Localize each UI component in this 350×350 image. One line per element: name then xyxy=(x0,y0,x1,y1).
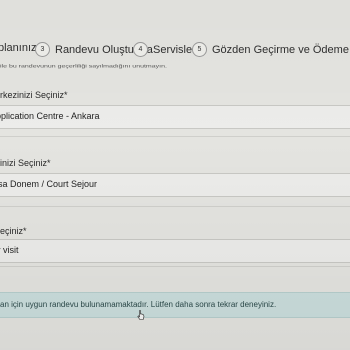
step-4-label: Servisler xyxy=(153,43,196,56)
step-3-number: 3 xyxy=(35,42,50,57)
step-1[interactable]: planınız xyxy=(0,42,37,54)
step-5-label: Gözden Geçirme ve Ödeme xyxy=(212,43,349,56)
step-1-label: planınız xyxy=(0,42,37,54)
center-select[interactable]: pplication Centre - Ankara xyxy=(0,105,350,129)
no-appointment-alert: an için uygun randevu bulunamamaktadır. … xyxy=(0,292,350,318)
hand-pointer-icon xyxy=(137,310,145,320)
center-field-label: rkezinizi Seçiniz* xyxy=(0,90,68,100)
category-select[interactable]: isa Donem / Court Sejour xyxy=(0,173,350,197)
category-field-underline xyxy=(0,206,350,207)
center-select-value: pplication Centre - Ankara xyxy=(0,111,100,121)
subcategory-select[interactable]: y visit xyxy=(0,239,350,263)
alert-message: an için uygun randevu bulunamamaktadır. … xyxy=(0,300,277,309)
step-5-number: 5 xyxy=(192,42,207,57)
step-5[interactable]: 5 Gözden Geçirme ve Ödeme xyxy=(192,42,349,57)
step-4-number: 4 xyxy=(133,42,148,57)
subcategory-select-value: y visit xyxy=(0,245,19,255)
center-field-underline xyxy=(0,136,350,137)
category-field-label: inizi Seçiniz* xyxy=(0,158,51,168)
step-4[interactable]: 4 Servisler xyxy=(133,42,196,57)
subcategory-field-label: eçiniz* xyxy=(0,226,27,236)
info-text-cutoff: ile bu randevunun geçerliliği sayılmadığ… xyxy=(0,64,167,69)
subcategory-field-underline xyxy=(0,266,350,267)
progress-stepper: planınız 3 Randevu Oluşturma 4 Servisler… xyxy=(0,38,350,62)
category-select-value: isa Donem / Court Sejour xyxy=(0,179,98,189)
